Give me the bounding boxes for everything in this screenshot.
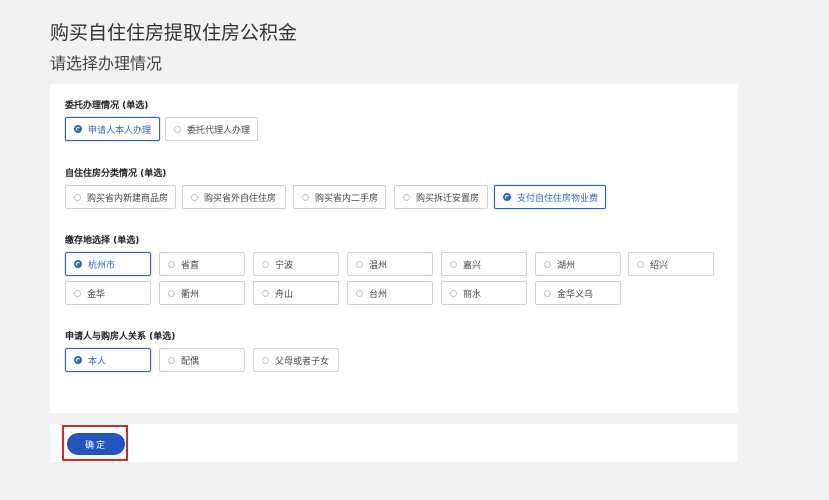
relationship-option-self[interactable]: 本人 [65, 348, 151, 372]
radio-unchecked-icon [450, 260, 457, 268]
radio-unchecked-icon [74, 289, 81, 297]
location-option-jiaxing[interactable]: 嘉兴 [441, 252, 527, 276]
radio-checked-icon [74, 260, 82, 268]
option-label: 杭州市 [88, 260, 116, 271]
radio-unchecked-icon [174, 125, 181, 133]
option-label: 委托代理人办理 [187, 125, 251, 136]
housing-option-resettlement[interactable]: 购买拆迁安置房 [394, 185, 488, 209]
radio-unchecked-icon [356, 260, 363, 268]
option-label: 本人 [88, 356, 107, 367]
option-label: 金华义乌 [557, 289, 594, 300]
option-label: 丽水 [463, 289, 482, 300]
housing-type-group: 自住住房分类情况 (单选) 购买省内新建商品房 购买省外自住住房 购买省内二手房… [65, 168, 606, 209]
radio-checked-icon [503, 193, 511, 201]
option-label: 省直 [181, 260, 200, 271]
location-option-shaoxing[interactable]: 绍兴 [628, 252, 714, 276]
deposit-location-label: 缴存地选择 (单选) [65, 236, 140, 246]
housing-option-out-of-province[interactable]: 购买省外自住住房 [182, 185, 286, 209]
radio-unchecked-icon [168, 289, 175, 297]
option-label: 舟山 [275, 289, 294, 300]
location-option-taizhou[interactable]: 台州 [347, 281, 433, 305]
delegation-label: 委托办理情况 (单选) [65, 101, 149, 111]
housing-type-label: 自住住房分类情况 (单选) [65, 169, 167, 179]
option-label: 绍兴 [650, 260, 669, 271]
option-label: 台州 [369, 289, 388, 300]
options-card: 委托办理情况 (单选) 申请人本人办理 委托代理人办理 自住住房分类情况 (单选… [50, 84, 738, 413]
relationship-group: 申请人与购房人关系 (单选) 本人 配偶 父母或者子女 [65, 331, 339, 372]
delegation-option-agent[interactable]: 委托代理人办理 [165, 117, 258, 141]
location-option-wenzhou[interactable]: 温州 [347, 252, 433, 276]
radio-unchecked-icon [262, 356, 269, 364]
housing-option-new-in-province[interactable]: 购买省内新建商品房 [65, 185, 176, 209]
option-label: 湖州 [557, 260, 576, 271]
option-label: 购买拆迁安置房 [416, 193, 480, 204]
radio-unchecked-icon [168, 356, 175, 364]
option-label: 温州 [369, 260, 388, 271]
location-option-jinhua-yiwu[interactable]: 金华义乌 [535, 281, 621, 305]
location-option-quzhou[interactable]: 衢州 [159, 281, 245, 305]
location-option-ningbo[interactable]: 宁波 [253, 252, 339, 276]
location-option-jinhua[interactable]: 金华 [65, 281, 151, 305]
radio-unchecked-icon [302, 193, 309, 201]
action-bar: 确定 [50, 424, 738, 462]
option-label: 金华 [87, 289, 106, 300]
option-label: 购买省内二手房 [315, 193, 379, 204]
radio-unchecked-icon [637, 260, 644, 268]
page-title: 购买自住住房提取住房公积金 [50, 22, 298, 44]
option-label: 衢州 [181, 289, 200, 300]
relationship-label: 申请人与购房人关系 (单选) [65, 332, 176, 342]
radio-unchecked-icon [191, 193, 198, 201]
delegation-group: 委托办理情况 (单选) 申请人本人办理 委托代理人办理 [65, 100, 258, 141]
confirm-button[interactable]: 确定 [67, 433, 125, 455]
option-label: 购买省外自住住房 [204, 193, 277, 204]
radio-unchecked-icon [168, 260, 175, 268]
option-label: 配偶 [181, 356, 200, 367]
relationship-option-spouse[interactable]: 配偶 [159, 348, 245, 372]
page-subtitle: 请选择办理情况 [50, 54, 163, 73]
option-label: 支付自住住房物业费 [517, 193, 599, 204]
radio-unchecked-icon [403, 193, 410, 201]
location-option-zhoushan[interactable]: 舟山 [253, 281, 339, 305]
deposit-location-group: 缴存地选择 (单选) 杭州市 省直 宁波 温州 嘉兴 湖州 绍兴 金华 衢州 舟… [65, 235, 714, 305]
radio-unchecked-icon [74, 193, 81, 201]
option-label: 宁波 [275, 260, 294, 271]
location-option-provincial[interactable]: 省直 [159, 252, 245, 276]
option-label: 嘉兴 [463, 260, 482, 271]
location-option-hangzhou[interactable]: 杭州市 [65, 252, 151, 276]
housing-option-second-hand[interactable]: 购买省内二手房 [293, 185, 386, 209]
confirm-highlight-box: 确定 [62, 425, 128, 461]
radio-unchecked-icon [544, 289, 551, 297]
radio-unchecked-icon [544, 260, 551, 268]
location-option-huzhou[interactable]: 湖州 [535, 252, 621, 276]
option-label: 购买省内新建商品房 [87, 193, 169, 204]
location-option-lishui[interactable]: 丽水 [441, 281, 527, 305]
option-label: 申请人本人办理 [88, 125, 152, 136]
delegation-option-self[interactable]: 申请人本人办理 [65, 117, 160, 141]
radio-unchecked-icon [356, 289, 363, 297]
radio-unchecked-icon [262, 260, 269, 268]
radio-checked-icon [74, 125, 82, 133]
radio-unchecked-icon [262, 289, 269, 297]
relationship-option-parents-children[interactable]: 父母或者子女 [253, 348, 339, 372]
radio-checked-icon [74, 356, 82, 364]
housing-option-property-fee[interactable]: 支付自住住房物业费 [494, 185, 606, 209]
radio-unchecked-icon [450, 289, 457, 297]
option-label: 父母或者子女 [275, 356, 330, 367]
